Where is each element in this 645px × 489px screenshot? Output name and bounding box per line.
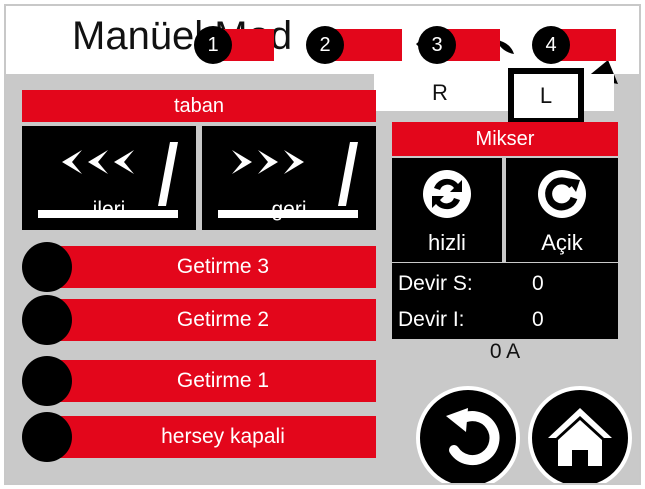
devir-i-label: Devir I:	[398, 308, 465, 331]
mikser-title: Mikser	[392, 122, 618, 156]
geri-button[interactable]: geri	[202, 126, 376, 230]
devir-s-row: Devir S: 0	[398, 267, 618, 301]
acik-label: Açik	[541, 230, 583, 255]
hersey-kapali-label: hersey kapali	[46, 416, 376, 458]
r-button[interactable]: R	[410, 80, 470, 106]
current-reading: 0 A	[489, 340, 521, 363]
rl-selector: R L	[374, 68, 614, 124]
getirme-2-label: Getirme 2	[46, 299, 376, 341]
l-button[interactable]: L	[508, 68, 584, 124]
getirme-3-indicator	[22, 242, 72, 292]
geri-label: geri	[271, 198, 307, 221]
getirme-2-indicator	[22, 295, 72, 345]
devir-s-value: 0	[532, 272, 544, 295]
hersey-kapali-button[interactable]: hersey kapali	[22, 412, 376, 462]
devir-i-value: 0	[532, 308, 544, 331]
tab-1-number: 1	[194, 26, 232, 64]
getirme-3-button[interactable]: Getirme 3	[22, 242, 376, 292]
back-button[interactable]	[416, 386, 520, 483]
home-button[interactable]	[528, 386, 632, 483]
tab-4[interactable]: 4	[532, 26, 616, 64]
tab-3-number: 3	[418, 26, 456, 64]
tab-2-number: 2	[306, 26, 344, 64]
tab-1[interactable]: 1	[194, 26, 274, 64]
hizli-button[interactable]: hizli	[392, 158, 502, 262]
getirme-1-button[interactable]: Getirme 1	[22, 356, 376, 406]
getirme-3-label: Getirme 3	[46, 246, 376, 288]
acik-button[interactable]: Açik	[506, 158, 618, 262]
undo-arrow-icon	[446, 408, 500, 466]
devir-s-label: Devir S:	[398, 272, 473, 295]
devir-panel: Devir S: 0 Devir I: 0	[392, 263, 618, 339]
getirme-1-label: Getirme 1	[46, 360, 376, 402]
ileri-button[interactable]: ileri	[22, 126, 196, 230]
hersey-kapali-indicator	[22, 412, 72, 462]
hizli-label: hizli	[428, 230, 466, 255]
tab-4-number: 4	[532, 26, 570, 64]
getirme-2-button[interactable]: Getirme 2	[22, 295, 376, 345]
tab-2[interactable]: 2	[306, 26, 402, 64]
ileri-label: ileri	[92, 198, 126, 221]
devir-i-row: Devir I: 0	[398, 303, 618, 337]
taban-title: taban	[22, 90, 376, 122]
home-icon	[548, 408, 612, 466]
hmi-screen: Manüel Mod 1 2 3 4 R L taban ileri geri …	[4, 4, 641, 485]
getirme-1-indicator	[22, 356, 72, 406]
tab-3[interactable]: 3	[418, 26, 500, 64]
